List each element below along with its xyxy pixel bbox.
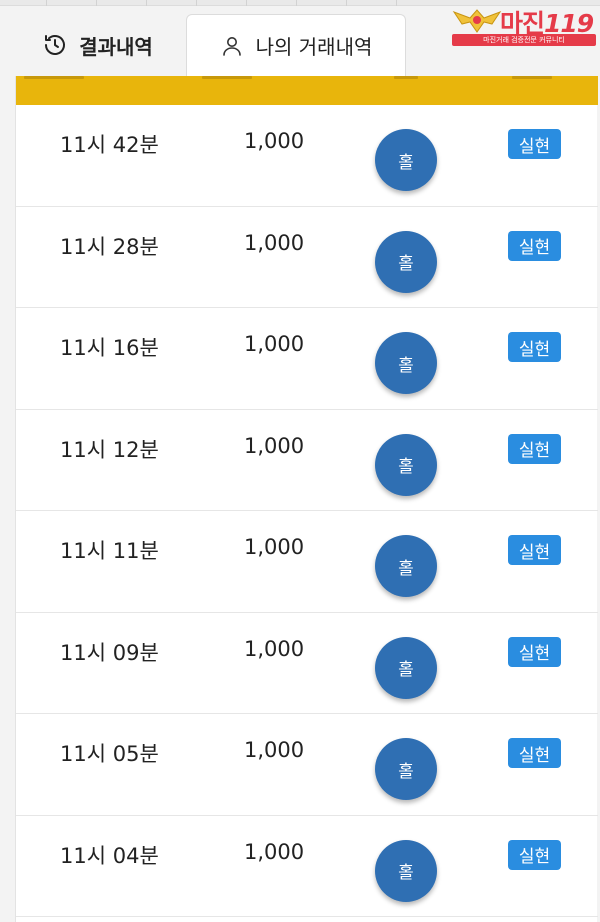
status-badge: 실현 bbox=[508, 433, 561, 464]
table-header-bar bbox=[16, 76, 598, 105]
pick-ball: 홀 bbox=[375, 433, 437, 496]
pick-ball: 홀 bbox=[375, 535, 437, 597]
trade-time: 11시 42분 bbox=[60, 133, 159, 157]
trade-time: 11시 12분 bbox=[60, 437, 159, 462]
trade-history-panel: 11시 42분 1,000 홀 실현 11시 28분 1,000 홀 실현 11시 16분 1,0… bbox=[15, 76, 598, 922]
trade-time: 11시 16분 bbox=[60, 336, 159, 360]
pick-ball: 홀 bbox=[375, 230, 437, 293]
status-badge: 실현 bbox=[508, 839, 561, 870]
tab-result-history-label: 결과내역 bbox=[79, 34, 153, 59]
status-badge: 실현 bbox=[508, 129, 561, 159]
tab-my-trades-label: 나의 거래내역 bbox=[255, 35, 373, 59]
pick-ball: 홀 bbox=[375, 839, 437, 902]
tab-my-trades[interactable]: 나의 거래내역 bbox=[186, 14, 406, 76]
trade-amount: 1,000 bbox=[244, 535, 305, 559]
logo-tagline: 마진거래 검증전문 커뮤니티 bbox=[452, 34, 596, 46]
pick-ball: 홀 bbox=[375, 129, 437, 191]
trade-rows: 11시 42분 1,000 홀 실현 11시 28분 1,000 홀 실현 11시 16분 1,0… bbox=[16, 105, 598, 917]
status-badge: 실현 bbox=[508, 636, 561, 667]
status-badge: 실현 bbox=[508, 332, 561, 362]
trade-amount: 1,000 bbox=[244, 433, 305, 458]
status-badge: 실현 bbox=[508, 535, 561, 565]
trade-amount: 1,000 bbox=[244, 839, 305, 864]
trade-amount: 1,000 bbox=[244, 636, 305, 661]
trade-amount: 1,000 bbox=[244, 230, 305, 255]
user-icon bbox=[220, 34, 244, 58]
table-row: 11시 11분 1,000 홀 실현 bbox=[16, 511, 598, 613]
table-row: 11시 28분 1,000 홀 실현 bbox=[16, 207, 598, 308]
table-row: 11시 09분 1,000 홀 실현 bbox=[16, 613, 598, 714]
table-row: 11시 12분 1,000 홀 실현 bbox=[16, 410, 598, 511]
trade-time: 11시 28분 bbox=[60, 234, 159, 259]
status-badge: 실현 bbox=[508, 738, 561, 768]
trade-time: 11시 04분 bbox=[60, 843, 159, 868]
table-row: 11시 16분 1,000 홀 실현 bbox=[16, 308, 598, 410]
trade-amount: 1,000 bbox=[244, 129, 305, 153]
trade-time: 11시 11분 bbox=[60, 539, 159, 563]
table-row: 11시 04분 1,000 홀 실현 bbox=[16, 816, 598, 917]
pick-ball: 홀 bbox=[375, 636, 437, 699]
status-badge: 실현 bbox=[508, 230, 561, 261]
page: 결과내역 나의 거래내역 마진119 마진거래 검증전문 커뮤니티 11시 42… bbox=[0, 0, 600, 922]
trade-amount: 1,000 bbox=[244, 738, 305, 762]
pick-ball: 홀 bbox=[375, 332, 437, 394]
table-row: 11시 05분 1,000 홀 실현 bbox=[16, 714, 598, 816]
trade-amount: 1,000 bbox=[244, 332, 305, 356]
eagle-emblem-icon bbox=[452, 9, 502, 33]
site-logo[interactable]: 마진119 마진거래 검증전문 커뮤니티 bbox=[448, 2, 598, 48]
table-row: 11시 42분 1,000 홀 실현 bbox=[16, 105, 598, 207]
history-icon bbox=[43, 33, 67, 57]
tab-result-history[interactable]: 결과내역 bbox=[10, 14, 186, 76]
trade-time: 11시 05분 bbox=[60, 742, 159, 766]
pick-ball: 홀 bbox=[375, 738, 437, 800]
trade-time: 11시 09분 bbox=[60, 640, 159, 665]
